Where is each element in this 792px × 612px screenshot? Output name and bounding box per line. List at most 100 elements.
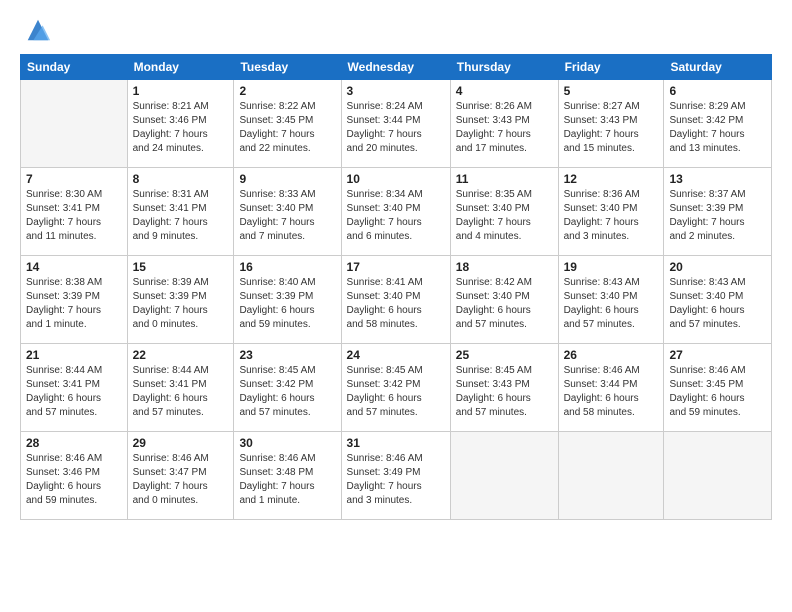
day-number: 17 bbox=[347, 260, 445, 274]
calendar-day-cell: 9Sunrise: 8:33 AM Sunset: 3:40 PM Daylig… bbox=[234, 168, 341, 256]
day-info: Sunrise: 8:44 AM Sunset: 3:41 PM Dayligh… bbox=[133, 364, 229, 420]
day-number: 29 bbox=[133, 436, 229, 450]
day-number: 2 bbox=[239, 84, 335, 98]
day-number: 10 bbox=[347, 172, 445, 186]
weekday-header: Tuesday bbox=[234, 55, 341, 80]
day-info: Sunrise: 8:46 AM Sunset: 3:44 PM Dayligh… bbox=[564, 364, 659, 420]
day-number: 18 bbox=[456, 260, 553, 274]
calendar-day-cell: 20 Sunrise: 8:43 AM Sunset: 3:40 PM Dayli… bbox=[664, 256, 772, 344]
weekday-header: Sunday bbox=[21, 55, 128, 80]
day-number: 24 bbox=[347, 348, 445, 362]
day-info: Sunrise: 8:37 AM Sunset: 3:39 PM Dayligh… bbox=[669, 188, 766, 244]
calendar-day-cell: 22 Sunrise: 8:44 AM Sunset: 3:41 PM Dayli… bbox=[127, 344, 234, 432]
day-info: Sunrise: 8:26 AM Sunset: 3:43 PM Dayligh… bbox=[456, 100, 553, 156]
calendar-week-row: 21Sunrise: 8:44 AM Sunset: 3:41 PM Dayli… bbox=[21, 344, 772, 432]
calendar-day-cell: 14 Sunrise: 8:38 AM Sunset: 3:39 PM Dayli… bbox=[21, 256, 128, 344]
day-number: 12 bbox=[564, 172, 659, 186]
day-info: Sunrise: 8:45 AM Sunset: 3:42 PM Dayligh… bbox=[347, 364, 445, 420]
calendar-day-cell: 23 Sunrise: 8:45 AM Sunset: 3:42 PM Dayli… bbox=[234, 344, 341, 432]
day-info: Sunrise: 8:38 AM Sunset: 3:39 PM Dayligh… bbox=[26, 276, 122, 332]
day-number: 27 bbox=[669, 348, 766, 362]
calendar-day-cell: 10 Sunrise: 8:34 AM Sunset: 3:40 PM Dayli… bbox=[341, 168, 450, 256]
day-number: 11 bbox=[456, 172, 553, 186]
calendar-day-cell: 11Sunrise: 8:35 AM Sunset: 3:40 PM Dayli… bbox=[450, 168, 558, 256]
calendar-day-cell: 24 Sunrise: 8:45 AM Sunset: 3:42 PM Dayli… bbox=[341, 344, 450, 432]
weekday-header: Friday bbox=[558, 55, 664, 80]
logo bbox=[20, 16, 52, 44]
day-info: Sunrise: 8:45 AM Sunset: 3:43 PM Dayligh… bbox=[456, 364, 553, 420]
day-number: 7 bbox=[26, 172, 122, 186]
calendar-day-cell: 2 Sunrise: 8:22 AM Sunset: 3:45 PM Daylig… bbox=[234, 80, 341, 168]
calendar-day-cell: 30 Sunrise: 8:46 AM Sunset: 3:48 PM Dayli… bbox=[234, 432, 341, 520]
day-info: Sunrise: 8:44 AM Sunset: 3:41 PM Dayligh… bbox=[26, 364, 122, 420]
day-number: 1 bbox=[133, 84, 229, 98]
calendar-day-cell: 26 Sunrise: 8:46 AM Sunset: 3:44 PM Dayli… bbox=[558, 344, 664, 432]
page: SundayMondayTuesdayWednesdayThursdayFrid… bbox=[0, 0, 792, 612]
calendar-day-cell: 7 Sunrise: 8:30 AM Sunset: 3:41 PM Daylig… bbox=[21, 168, 128, 256]
day-info: Sunrise: 8:43 AM Sunset: 3:40 PM Dayligh… bbox=[564, 276, 659, 332]
day-info: Sunrise: 8:43 AM Sunset: 3:40 PM Dayligh… bbox=[669, 276, 766, 332]
day-info: Sunrise: 8:21 AM Sunset: 3:46 PM Dayligh… bbox=[133, 100, 229, 156]
day-info: Sunrise: 8:22 AM Sunset: 3:45 PM Dayligh… bbox=[239, 100, 335, 156]
day-number: 22 bbox=[133, 348, 229, 362]
calendar-week-row: 14 Sunrise: 8:38 AM Sunset: 3:39 PM Dayli… bbox=[21, 256, 772, 344]
calendar-day-cell: 1 Sunrise: 8:21 AM Sunset: 3:46 PM Daylig… bbox=[127, 80, 234, 168]
day-info: Sunrise: 8:42 AM Sunset: 3:40 PM Dayligh… bbox=[456, 276, 553, 332]
day-info: Sunrise: 8:46 AM Sunset: 3:45 PM Dayligh… bbox=[669, 364, 766, 420]
calendar-day-cell bbox=[664, 432, 772, 520]
day-number: 16 bbox=[239, 260, 335, 274]
day-info: Sunrise: 8:33 AM Sunset: 3:40 PM Dayligh… bbox=[239, 188, 335, 244]
day-number: 13 bbox=[669, 172, 766, 186]
day-info: Sunrise: 8:30 AM Sunset: 3:41 PM Dayligh… bbox=[26, 188, 122, 244]
day-number: 8 bbox=[133, 172, 229, 186]
calendar-day-cell: 12 Sunrise: 8:36 AM Sunset: 3:40 PM Dayli… bbox=[558, 168, 664, 256]
calendar-day-cell: 25 Sunrise: 8:45 AM Sunset: 3:43 PM Dayli… bbox=[450, 344, 558, 432]
calendar-day-cell: 21Sunrise: 8:44 AM Sunset: 3:41 PM Dayli… bbox=[21, 344, 128, 432]
day-info: Sunrise: 8:31 AM Sunset: 3:41 PM Dayligh… bbox=[133, 188, 229, 244]
day-info: Sunrise: 8:41 AM Sunset: 3:40 PM Dayligh… bbox=[347, 276, 445, 332]
day-info: Sunrise: 8:34 AM Sunset: 3:40 PM Dayligh… bbox=[347, 188, 445, 244]
day-info: Sunrise: 8:24 AM Sunset: 3:44 PM Dayligh… bbox=[347, 100, 445, 156]
calendar-day-cell: 15Sunrise: 8:39 AM Sunset: 3:39 PM Dayli… bbox=[127, 256, 234, 344]
day-info: Sunrise: 8:45 AM Sunset: 3:42 PM Dayligh… bbox=[239, 364, 335, 420]
day-info: Sunrise: 8:29 AM Sunset: 3:42 PM Dayligh… bbox=[669, 100, 766, 156]
weekday-header: Thursday bbox=[450, 55, 558, 80]
day-number: 30 bbox=[239, 436, 335, 450]
day-info: Sunrise: 8:46 AM Sunset: 3:49 PM Dayligh… bbox=[347, 452, 445, 508]
calendar-day-cell: 3 Sunrise: 8:24 AM Sunset: 3:44 PM Daylig… bbox=[341, 80, 450, 168]
day-number: 25 bbox=[456, 348, 553, 362]
day-info: Sunrise: 8:40 AM Sunset: 3:39 PM Dayligh… bbox=[239, 276, 335, 332]
calendar-day-cell: 5Sunrise: 8:27 AM Sunset: 3:43 PM Daylig… bbox=[558, 80, 664, 168]
weekday-header: Saturday bbox=[664, 55, 772, 80]
calendar-day-cell bbox=[558, 432, 664, 520]
calendar-week-row: 7 Sunrise: 8:30 AM Sunset: 3:41 PM Daylig… bbox=[21, 168, 772, 256]
day-number: 15 bbox=[133, 260, 229, 274]
calendar-day-cell: 19 Sunrise: 8:43 AM Sunset: 3:40 PM Dayli… bbox=[558, 256, 664, 344]
day-info: Sunrise: 8:36 AM Sunset: 3:40 PM Dayligh… bbox=[564, 188, 659, 244]
day-number: 3 bbox=[347, 84, 445, 98]
calendar-day-cell: 4Sunrise: 8:26 AM Sunset: 3:43 PM Daylig… bbox=[450, 80, 558, 168]
calendar-week-row: 28 Sunrise: 8:46 AM Sunset: 3:46 PM Dayli… bbox=[21, 432, 772, 520]
weekday-header: Wednesday bbox=[341, 55, 450, 80]
calendar-header-row: SundayMondayTuesdayWednesdayThursdayFrid… bbox=[21, 55, 772, 80]
day-number: 28 bbox=[26, 436, 122, 450]
day-number: 20 bbox=[669, 260, 766, 274]
calendar-day-cell: 8 Sunrise: 8:31 AM Sunset: 3:41 PM Daylig… bbox=[127, 168, 234, 256]
day-number: 14 bbox=[26, 260, 122, 274]
day-number: 19 bbox=[564, 260, 659, 274]
calendar-day-cell bbox=[21, 80, 128, 168]
calendar-day-cell: 31 Sunrise: 8:46 AM Sunset: 3:49 PM Dayli… bbox=[341, 432, 450, 520]
header bbox=[20, 16, 772, 44]
day-number: 31 bbox=[347, 436, 445, 450]
weekday-header: Monday bbox=[127, 55, 234, 80]
calendar-week-row: 1 Sunrise: 8:21 AM Sunset: 3:46 PM Daylig… bbox=[21, 80, 772, 168]
day-info: Sunrise: 8:46 AM Sunset: 3:48 PM Dayligh… bbox=[239, 452, 335, 508]
day-info: Sunrise: 8:46 AM Sunset: 3:46 PM Dayligh… bbox=[26, 452, 122, 508]
day-number: 6 bbox=[669, 84, 766, 98]
calendar-day-cell: 17 Sunrise: 8:41 AM Sunset: 3:40 PM Dayli… bbox=[341, 256, 450, 344]
day-number: 23 bbox=[239, 348, 335, 362]
day-number: 26 bbox=[564, 348, 659, 362]
logo-icon bbox=[24, 16, 52, 44]
calendar-day-cell: 27 Sunrise: 8:46 AM Sunset: 3:45 PM Dayli… bbox=[664, 344, 772, 432]
day-info: Sunrise: 8:46 AM Sunset: 3:47 PM Dayligh… bbox=[133, 452, 229, 508]
